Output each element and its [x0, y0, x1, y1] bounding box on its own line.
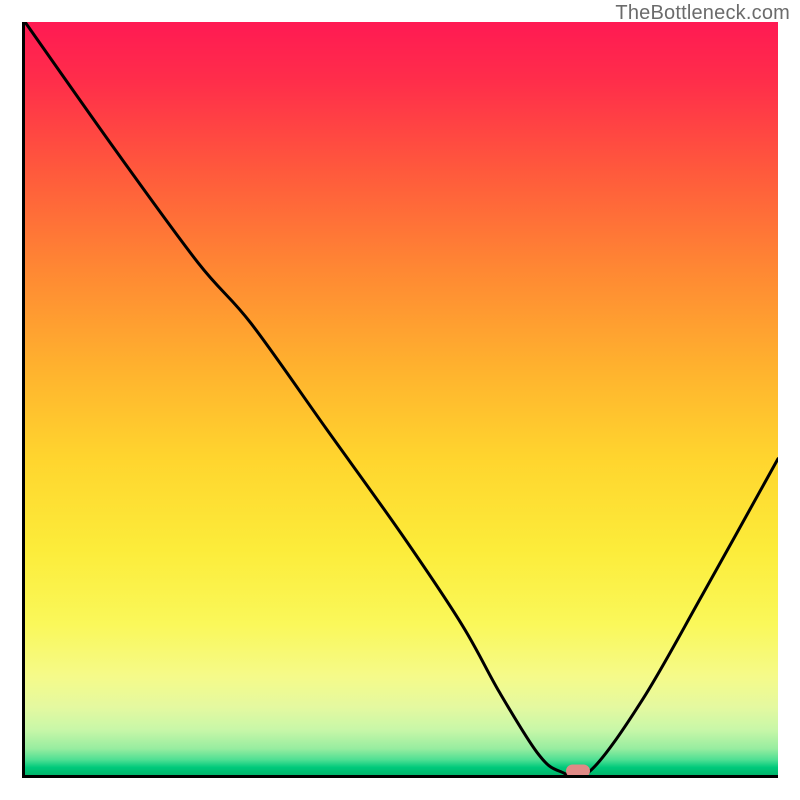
- curve-layer: [25, 22, 778, 775]
- optimal-point-marker: [566, 765, 590, 778]
- bottleneck-chart: TheBottleneck.com: [0, 0, 800, 800]
- plot-area: [22, 22, 778, 778]
- bottleneck-curve-path: [25, 22, 778, 775]
